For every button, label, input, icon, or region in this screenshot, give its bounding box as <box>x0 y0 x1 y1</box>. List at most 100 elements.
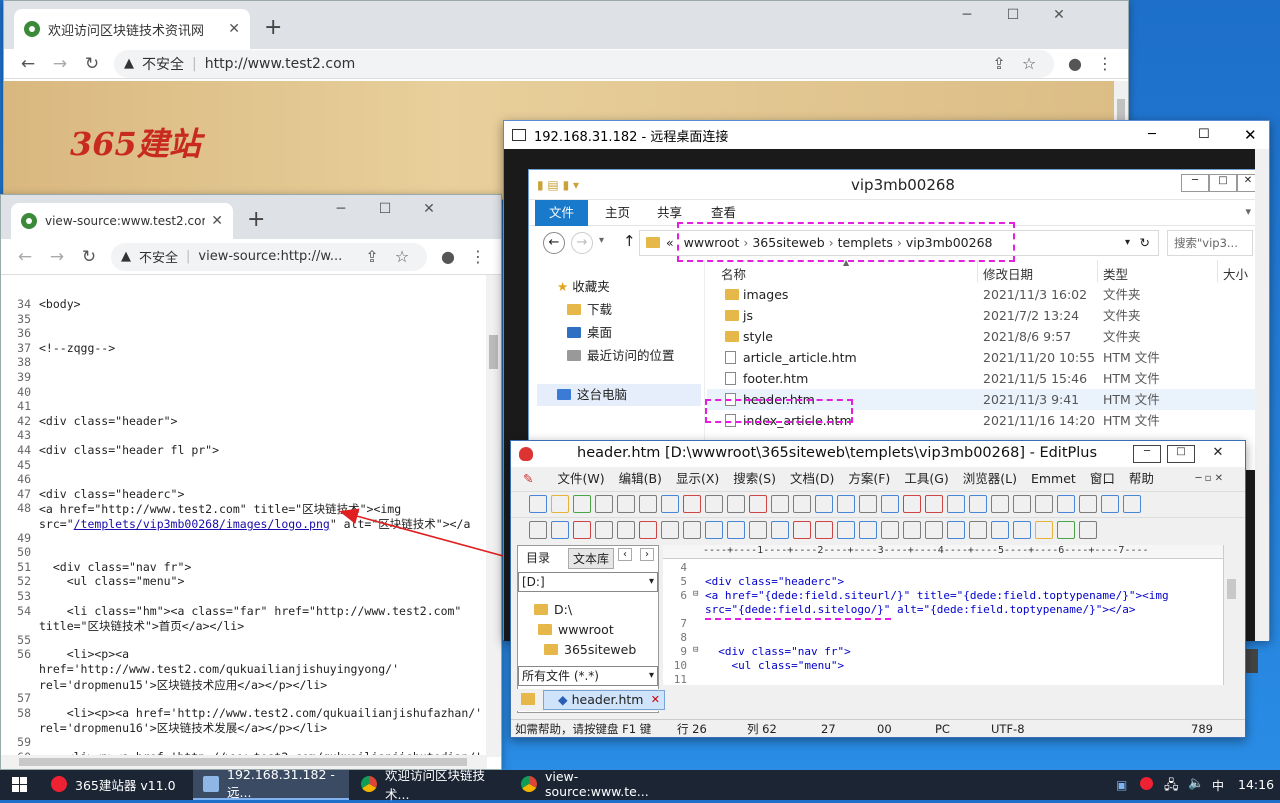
toolbar-button-icon[interactable] <box>991 495 1009 513</box>
toolbar-button-icon[interactable] <box>793 521 811 539</box>
taskbar-item-365builder[interactable]: 365建站器 v11.0 <box>41 770 191 800</box>
toolbar-button-icon[interactable] <box>529 521 547 539</box>
col-size[interactable]: 大小 <box>1223 264 1248 283</box>
tray-volume-icon[interactable]: 🔈 <box>1188 776 1204 791</box>
close-tab-icon[interactable]: ✕ <box>651 691 660 709</box>
toolbar-button-icon[interactable] <box>683 495 701 513</box>
minimize-button[interactable]: ─ <box>1148 127 1156 142</box>
minimize-button[interactable]: ─ <box>1133 445 1161 463</box>
toolbar-button-icon[interactable] <box>903 495 921 513</box>
search-input[interactable]: 搜索"vip3... <box>1167 230 1253 256</box>
breadcrumb-overflow[interactable]: « <box>666 235 674 250</box>
toolbar-button-icon[interactable] <box>705 495 723 513</box>
toolbar-button-icon[interactable] <box>881 495 899 513</box>
toolbar-button-icon[interactable] <box>1057 495 1075 513</box>
start-button[interactable] <box>0 770 39 800</box>
toolbar-button-icon[interactable] <box>925 521 943 539</box>
toolbar-button-icon[interactable] <box>815 521 833 539</box>
toolbar-button-icon[interactable] <box>595 495 613 513</box>
drive-select[interactable]: [D:] ▾ <box>518 572 658 592</box>
ribbon-expand-icon[interactable]: ▾ <box>1245 205 1251 218</box>
sidebar-next-icon[interactable]: › <box>640 548 654 561</box>
menu-item[interactable]: 工具(G) <box>904 471 948 486</box>
sidebar-tab-cliptext[interactable]: 文本库 <box>568 548 615 569</box>
tray-network-status-icon[interactable]: 🖧 <box>1164 776 1179 798</box>
taskbar-item-rdp[interactable]: 192.168.31.182 - 远... <box>193 767 349 800</box>
toolbar-button-icon[interactable] <box>639 521 657 539</box>
toolbar-button-icon[interactable] <box>573 495 591 513</box>
toolbar-button-icon[interactable] <box>551 495 569 513</box>
tree-item[interactable]: wwwroot <box>538 622 614 637</box>
tray-ime-icon[interactable]: 中 <box>1212 777 1224 794</box>
toolbar-button-icon[interactable] <box>683 521 701 539</box>
col-name[interactable]: 名称 <box>721 264 746 283</box>
taskbar-item-browser-main[interactable]: 欢迎访问区块链技术... <box>351 768 509 802</box>
toolbar-button-icon[interactable] <box>617 521 635 539</box>
fold-marker-icon[interactable]: ⊟ <box>693 589 698 599</box>
toolbar-button-icon[interactable] <box>771 521 789 539</box>
toolbar-button-icon[interactable] <box>573 521 591 539</box>
chevron-down-icon[interactable]: ▾ <box>1125 231 1130 255</box>
toolbar-button-icon[interactable] <box>1123 495 1141 513</box>
tree-item[interactable]: D:\ <box>534 602 572 617</box>
toolbar-button-icon[interactable] <box>859 495 877 513</box>
ribbon-tab-file[interactable]: 文件 <box>535 200 589 226</box>
menu-item[interactable]: 编辑(B) <box>619 471 662 486</box>
toolbar-button-icon[interactable] <box>859 521 877 539</box>
toolbar-button-icon[interactable] <box>925 495 943 513</box>
nav-this-pc[interactable]: 这台电脑 <box>537 384 701 406</box>
toolbar-button-icon[interactable] <box>705 521 723 539</box>
toolbar-button-icon[interactable] <box>1013 495 1031 513</box>
menu-item[interactable]: 文件(W) <box>557 471 604 486</box>
fold-marker-icon[interactable]: ⊟ <box>693 645 698 655</box>
menu-item[interactable]: 文档(D) <box>790 471 834 486</box>
toolbar-button-icon[interactable] <box>551 521 569 539</box>
file-row[interactable]: footer.htm 2021/11/5 15:46 HTM 文件 <box>707 368 1259 389</box>
file-row[interactable]: images 2021/11/3 16:02 文件夹 <box>707 284 1259 305</box>
minimize-button[interactable]: ─ <box>1181 174 1209 192</box>
nav-recent[interactable]: 最近访问的位置 <box>567 345 675 364</box>
toolbar-button-icon[interactable] <box>881 521 899 539</box>
file-row[interactable]: style 2021/8/6 9:57 文件夹 <box>707 326 1259 347</box>
toolbar-button-icon[interactable] <box>529 495 547 513</box>
taskbar-item-browser-source[interactable]: view-source:www.te... <box>511 769 667 800</box>
tray-network-icon[interactable]: ▣ <box>1116 778 1127 792</box>
menu-item[interactable]: 窗口 <box>1090 471 1115 486</box>
menu-item[interactable]: 浏览器(L) <box>963 471 1017 486</box>
toolbar-button-icon[interactable] <box>749 495 767 513</box>
toolbar-button-icon[interactable] <box>661 495 679 513</box>
col-date[interactable]: 修改日期 <box>983 264 1033 283</box>
refresh-icon[interactable]: ↻ <box>1140 231 1150 255</box>
filter-select[interactable]: 所有文件 (*.*) ▾ <box>518 666 658 686</box>
toolbar-button-icon[interactable] <box>837 495 855 513</box>
maximize-button[interactable]: ☐ <box>1198 127 1210 142</box>
editor-scrollbar[interactable] <box>1223 545 1239 685</box>
maximize-button[interactable]: □ <box>1167 445 1195 463</box>
nav-desktop[interactable]: 桌面 <box>567 322 612 341</box>
toolbar-button-icon[interactable] <box>837 521 855 539</box>
toolbar-button-icon[interactable] <box>771 495 789 513</box>
up-arrow-icon[interactable]: ↑ <box>623 232 636 250</box>
toolbar-button-icon[interactable] <box>969 495 987 513</box>
col-type[interactable]: 类型 <box>1103 264 1128 283</box>
menu-item[interactable]: 显示(X) <box>676 471 719 486</box>
toolbar-button-icon[interactable] <box>727 521 745 539</box>
ribbon-tab-home[interactable]: 主页 <box>593 200 642 226</box>
menu-item[interactable]: Emmet <box>1031 471 1076 486</box>
close-window-button[interactable]: ✕ <box>1244 126 1257 144</box>
close-window-button[interactable]: ✕ <box>1201 445 1235 463</box>
toolbar-button-icon[interactable] <box>1079 521 1097 539</box>
toolbar-button-icon[interactable] <box>727 495 745 513</box>
toolbar-button-icon[interactable] <box>1013 521 1031 539</box>
dropdown-history-icon[interactable]: ▾ <box>599 235 604 246</box>
editor-area[interactable]: 4 5 <div class="headerc"> 6 <a href="{dede:f… <box>663 559 1223 685</box>
toolbar-button-icon[interactable] <box>639 495 657 513</box>
toolbar-button-icon[interactable] <box>947 521 965 539</box>
toolbar-button-icon[interactable] <box>815 495 833 513</box>
toolbar-button-icon[interactable] <box>1101 495 1119 513</box>
toolbar-button-icon[interactable] <box>969 521 987 539</box>
toolbar-button-icon[interactable] <box>991 521 1009 539</box>
nav-favorites[interactable]: ★ 收藏夹 <box>557 276 610 295</box>
menu-item[interactable]: 方案(F) <box>848 471 890 486</box>
document-tab[interactable]: ◆ header.htm ✕ <box>543 690 665 710</box>
